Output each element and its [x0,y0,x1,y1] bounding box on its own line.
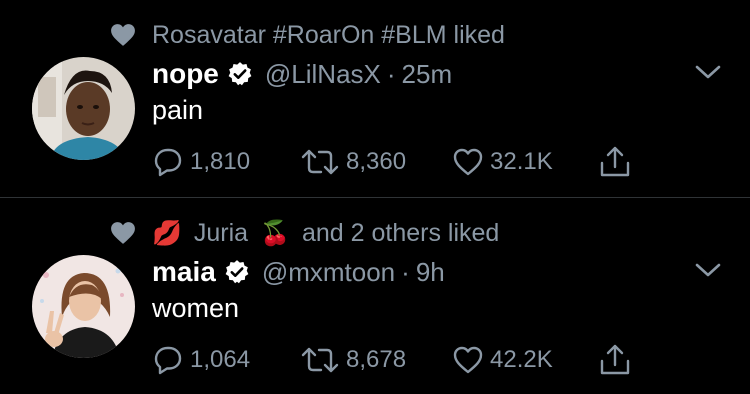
tweet[interactable]: 💋 Juria 🍒 and 2 others liked maia @mxmto… [0,198,750,394]
chevron-down-icon[interactable] [693,62,723,82]
like-count: 32.1K [490,148,553,175]
retweet-icon [301,149,339,175]
share-button[interactable] [598,145,638,179]
social-context-text[interactable]: Rosavatar #RoarOn #BLM liked [152,21,505,50]
tweet-actions: 1,064 8,678 42.2K [152,343,652,377]
separator-dot: · [386,58,396,89]
liker-name[interactable]: Juria [194,219,248,248]
chevron-down-icon[interactable] [693,260,723,280]
heart-icon [111,24,135,46]
like-count: 42.2K [490,346,553,373]
reply-count: 1,810 [190,148,251,175]
reply-button[interactable]: 1,064 [152,343,250,377]
timestamp[interactable]: 25m [402,59,453,90]
retweet-icon [301,347,339,373]
tweet-header: nope @LilNasX · 25m [152,58,452,90]
tweet[interactable]: Rosavatar #RoarOn #BLM liked nope @LilNa… [0,0,750,197]
retweet-button[interactable]: 8,360 [300,145,406,179]
reply-count: 1,064 [190,346,251,373]
verified-badge-icon [228,62,252,86]
reply-button[interactable]: 1,810 [152,145,250,179]
verified-badge-icon [225,260,249,284]
avatar-image [32,57,135,160]
heart-icon [111,222,135,244]
author-handle[interactable]: @mxmtoon [262,257,395,288]
social-context: 💋 Juria 🍒 and 2 others liked [110,218,499,248]
lips-emoji: 💋 [152,219,182,247]
retweet-count: 8,678 [346,346,407,373]
tweet-actions: 1,810 8,360 32.1K [152,145,652,179]
reply-icon [154,148,182,177]
author-name[interactable]: nope [152,58,219,90]
separator-dot: · [401,256,410,287]
reply-icon [154,346,182,375]
like-button[interactable]: 42.2K [452,343,553,377]
avatar[interactable] [32,255,135,358]
author-handle[interactable]: @LilNasX [265,59,381,90]
like-button[interactable]: 32.1K [452,145,553,179]
share-icon [600,344,630,375]
tweet-text: women [152,293,240,323]
avatar[interactable] [32,57,135,160]
timestamp[interactable]: 9h [416,257,445,288]
like-heart-icon [453,346,483,374]
retweet-button[interactable]: 8,678 [300,343,406,377]
social-context: Rosavatar #RoarOn #BLM liked [110,20,505,50]
share-icon [600,146,630,177]
avatar-image [32,255,135,358]
author-name[interactable]: maia [152,256,216,288]
retweet-count: 8,360 [346,148,407,175]
like-heart-icon [453,148,483,176]
social-context-text[interactable]: and 2 others liked [302,219,499,248]
tweet-header: maia @mxmtoon · 9h [152,256,445,288]
share-button[interactable] [598,343,638,377]
tweet-text: pain [152,95,204,125]
cherries-emoji: 🍒 [260,219,290,247]
